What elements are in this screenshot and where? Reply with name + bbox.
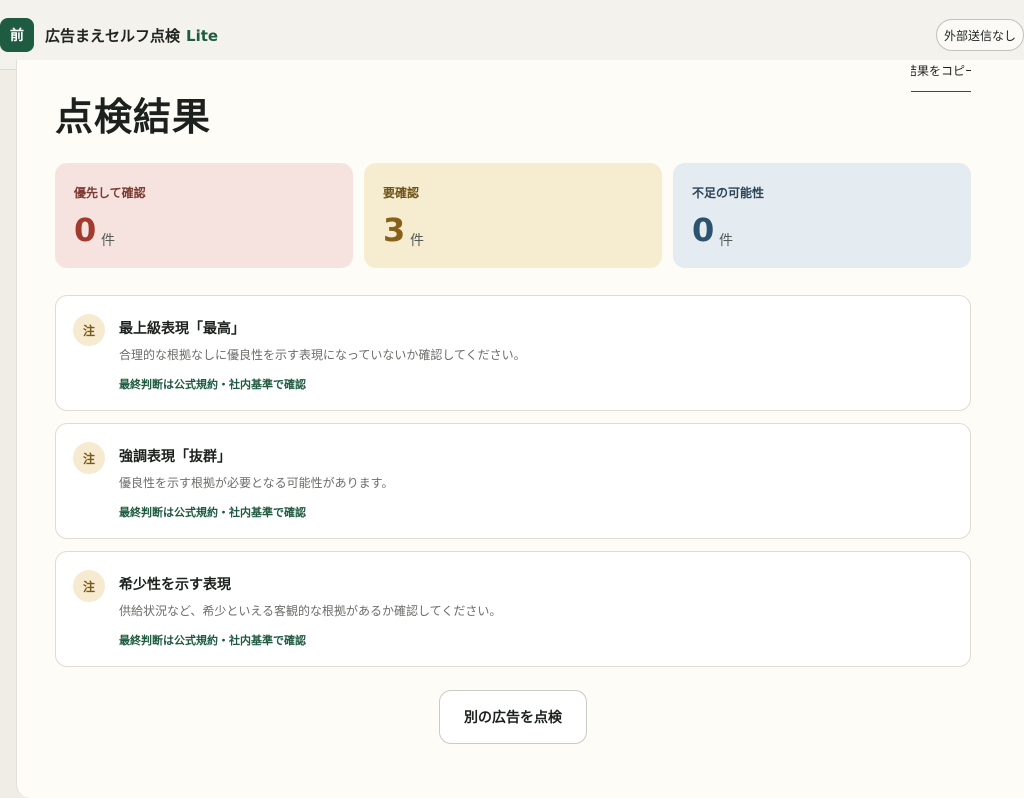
finding-note: 最終判断は公式規約・社内基準で確認 xyxy=(119,506,306,519)
summary-count: 0 xyxy=(692,211,715,249)
finding-description: 優良性を示す根拠が必要となる可能性があります。 xyxy=(119,476,394,490)
results-panel: 結果をコピー 点検結果 優先して確認 0 件 要確認 3 件 不足の可能性 0 … xyxy=(16,60,1024,798)
summary-unit: 件 xyxy=(101,233,115,249)
finding-note: 最終判断は公式規約・社内基準で確認 xyxy=(119,634,306,647)
copy-results-label: 結果をコピー xyxy=(911,64,971,78)
finding-title: 最上級表現「最高」 xyxy=(119,321,245,337)
finding-card: 注 希少性を示す表現 供給状況など、希少といえる客観的な根拠があるか確認してくだ… xyxy=(55,551,971,667)
privacy-badge: 外部送信なし xyxy=(936,19,1024,51)
finding-card: 注 強調表現「抜群」 優良性を示す根拠が必要となる可能性があります。 最終判断は… xyxy=(55,423,971,539)
summary-unit: 件 xyxy=(410,233,424,249)
app-title: 広告まえセルフ点検 Lite xyxy=(45,25,218,46)
copy-results-link[interactable]: 結果をコピー xyxy=(911,64,971,92)
check-another-ad-button[interactable]: 別の広告を点検 xyxy=(439,690,587,744)
summary-card-missing: 不足の可能性 0 件 xyxy=(673,163,971,268)
summary-card-priority: 優先して確認 0 件 xyxy=(55,163,353,268)
finding-title: 希少性を示す表現 xyxy=(119,577,231,593)
finding-note: 最終判断は公式規約・社内基準で確認 xyxy=(119,378,306,391)
finding-description: 合理的な根拠なしに優良性を示す表現になっていないか確認してください。 xyxy=(119,348,526,362)
summary-label: 要確認 xyxy=(383,186,420,200)
page-title: 点検結果 xyxy=(55,95,212,139)
summary-count: 0 xyxy=(74,211,97,249)
summary-count: 3 xyxy=(383,211,406,249)
finding-title: 強調表現「抜群」 xyxy=(119,449,231,465)
summary-label: 不足の可能性 xyxy=(692,186,765,200)
finding-description: 供給状況など、希少といえる客観的な根拠があるか確認してください。 xyxy=(119,604,502,618)
notice-icon: 注 xyxy=(73,442,105,474)
app-name: 広告まえセルフ点検 xyxy=(45,27,181,45)
notice-icon: 注 xyxy=(73,570,105,602)
summary-label: 優先して確認 xyxy=(74,186,146,200)
notice-icon: 注 xyxy=(73,314,105,346)
app-edition: Lite xyxy=(186,27,219,45)
finding-card: 注 最上級表現「最高」 合理的な根拠なしに優良性を示す表現になっていないか確認し… xyxy=(55,295,971,411)
app-logo: 前 xyxy=(0,18,34,52)
summary-unit: 件 xyxy=(719,233,733,249)
summary-card-review: 要確認 3 件 xyxy=(364,163,662,268)
